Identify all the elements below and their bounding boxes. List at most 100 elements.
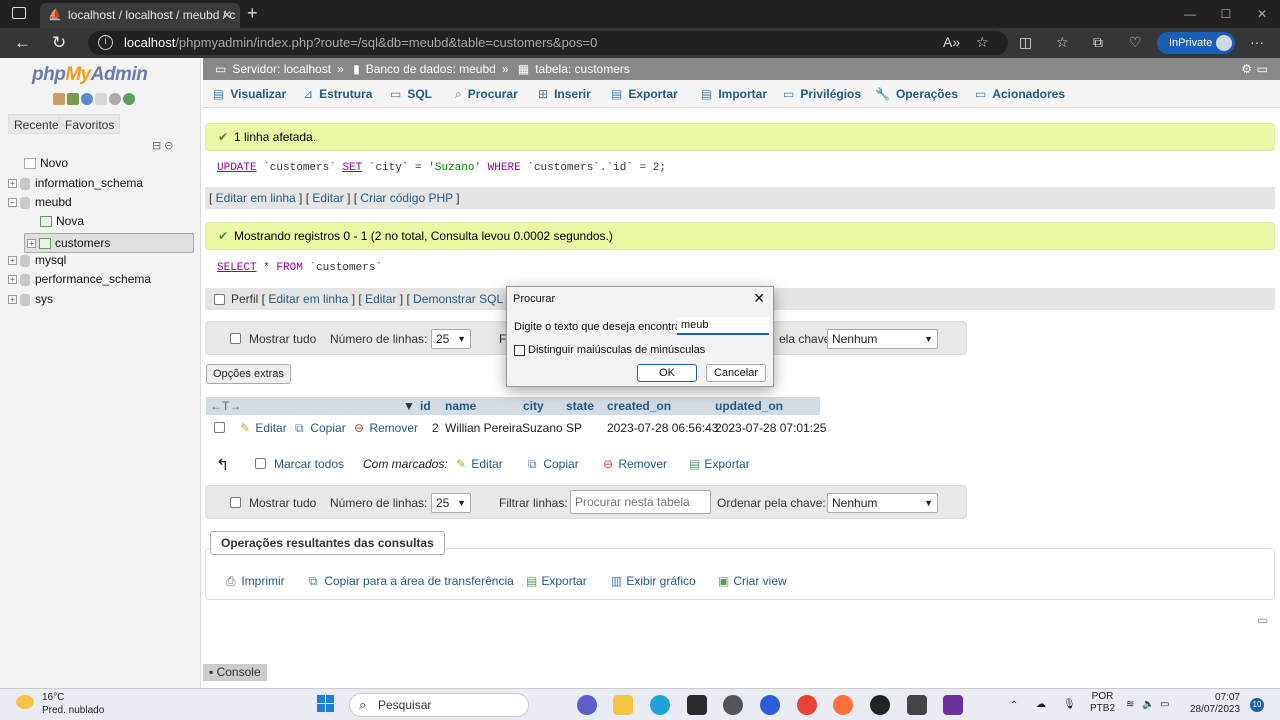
split-screen-icon[interactable]: ◫ bbox=[1019, 34, 1032, 51]
console-toggle[interactable]: ▪ Console bbox=[203, 664, 267, 681]
logout-icon[interactable] bbox=[67, 93, 79, 105]
show-all-checkbox[interactable] bbox=[230, 333, 241, 344]
sql-keyword[interactable]: SELECT bbox=[217, 262, 257, 274]
browser-tab[interactable]: ⛵ localhost / localhost / meubd / c ✕ bbox=[40, 3, 240, 28]
start-button[interactable] bbox=[317, 695, 335, 713]
edit-inline-link[interactable]: Editar em linha bbox=[216, 191, 296, 205]
teams-icon[interactable] bbox=[577, 695, 597, 715]
tab-triggers[interactable]: ▭ Acionadores bbox=[975, 87, 1065, 101]
tree-item-nova[interactable]: Nova bbox=[40, 214, 84, 228]
collapse-icon[interactable]: − bbox=[8, 198, 17, 208]
cell-city[interactable]: Suzano bbox=[522, 421, 563, 435]
store-icon[interactable] bbox=[687, 695, 707, 715]
profiling-checkbox[interactable] bbox=[214, 294, 225, 305]
notification-badge[interactable]: 10 bbox=[1250, 698, 1264, 712]
export-link[interactable]: ▤ Exportar bbox=[526, 574, 587, 588]
tree-item-new[interactable]: Novo bbox=[8, 156, 68, 170]
taskbar-search[interactable]: ⌕ Pesquisar bbox=[349, 693, 529, 717]
sort-dropdown-icon[interactable]: ▼ bbox=[403, 399, 415, 413]
print-link[interactable]: ⎙ Imprimir bbox=[226, 574, 285, 589]
cell-id[interactable]: 2 bbox=[432, 421, 439, 435]
language-indicator[interactable]: POR PTB2 bbox=[1090, 691, 1115, 715]
display-chart-link[interactable]: ▥ Exibir gráfico bbox=[611, 574, 696, 588]
expand-icon[interactable]: + bbox=[8, 275, 17, 285]
copy-clipboard-link[interactable]: ⧉ Copiar para a área de transferência bbox=[309, 574, 514, 589]
explain-sql-link[interactable]: Demonstrar SQL bbox=[413, 292, 503, 306]
breadcrumb-server[interactable]: Servidor: localhost bbox=[232, 62, 331, 76]
cell-name[interactable]: Willian Pereira bbox=[445, 421, 522, 435]
expand-icon[interactable]: + bbox=[8, 256, 17, 266]
edit-link[interactable]: Editar bbox=[312, 191, 343, 205]
expand-icon[interactable]: + bbox=[8, 295, 17, 305]
wifi-icon[interactable]: ≋ bbox=[1126, 699, 1134, 710]
firefox-icon[interactable] bbox=[833, 695, 853, 715]
expand-icon[interactable]: + bbox=[8, 179, 17, 189]
edge-icon[interactable] bbox=[650, 695, 670, 715]
tab-favorites[interactable]: Favoritos bbox=[59, 114, 121, 134]
breadcrumb-database[interactable]: Banco de dados: meubd bbox=[366, 62, 496, 76]
file-explorer-icon[interactable] bbox=[613, 695, 633, 715]
tree-item-performance-schema[interactable]: + performance_schema bbox=[8, 272, 151, 286]
column-arrows-icon[interactable]: ←T→ bbox=[210, 399, 241, 413]
tree-item-mysql[interactable]: + mysql bbox=[8, 253, 66, 267]
phpmyadmin-logo[interactable]: phpMyAdmin bbox=[32, 64, 148, 86]
create-view-link[interactable]: ▣ Criar view bbox=[718, 574, 787, 588]
tree-item-customers[interactable]: + customers bbox=[24, 233, 194, 253]
rows-select[interactable]: 25 ▼ bbox=[431, 329, 471, 349]
close-tab-icon[interactable]: ✕ bbox=[222, 3, 232, 28]
extra-options-button[interactable]: Opções extras bbox=[206, 364, 291, 384]
new-tab-icon[interactable]: + bbox=[247, 3, 258, 24]
cancel-button[interactable]: Cancelar bbox=[706, 364, 766, 382]
maximize-icon[interactable]: ☐ bbox=[1208, 0, 1244, 28]
column-header-state[interactable]: state bbox=[566, 399, 594, 413]
tab-sql[interactable]: ▭ SQL bbox=[390, 87, 432, 101]
tab-structure[interactable]: ⊿ Estrutura bbox=[303, 87, 372, 101]
create-php-link[interactable]: Criar código PHP bbox=[360, 191, 452, 205]
find-text-input[interactable]: meub bbox=[677, 317, 769, 335]
row-checkbox[interactable] bbox=[214, 422, 225, 433]
reload-icon[interactable] bbox=[123, 93, 135, 105]
clock[interactable]: 07:07 28/07/2023 bbox=[1190, 692, 1240, 716]
read-aloud-icon[interactable]: A» bbox=[943, 34, 960, 50]
show-all-checkbox[interactable] bbox=[230, 497, 241, 508]
column-header-id[interactable]: id bbox=[420, 399, 431, 413]
close-window-icon[interactable]: ✕ bbox=[1244, 0, 1280, 28]
chevron-up-icon[interactable]: ⌃ bbox=[1010, 700, 1018, 711]
cell-updated-on[interactable]: 2023-07-28 07:01:25 bbox=[715, 421, 826, 435]
onenote-icon[interactable] bbox=[943, 695, 963, 715]
minimize-icon[interactable]: — bbox=[1172, 0, 1208, 28]
column-header-name[interactable]: name bbox=[445, 399, 476, 413]
tree-item-sys[interactable]: + sys bbox=[8, 292, 53, 306]
rows-select[interactable]: 25 ▼ bbox=[431, 493, 471, 513]
favorite-star-icon[interactable]: ☆ bbox=[976, 34, 989, 51]
volume-icon[interactable]: 🔈 bbox=[1142, 699, 1154, 710]
bulk-copy-button[interactable]: ⧉ Copiar bbox=[528, 457, 579, 472]
sql-keyword[interactable]: SET bbox=[342, 162, 362, 174]
order-key-select[interactable]: Nenhum ▼ bbox=[827, 329, 938, 349]
app-icon[interactable] bbox=[907, 695, 927, 715]
chrome-icon[interactable] bbox=[797, 695, 817, 715]
url-field[interactable]: i localhost/phpmyadmin/index.php?route=/… bbox=[88, 31, 1008, 55]
ok-button[interactable]: OK bbox=[637, 364, 697, 382]
row-edit-link[interactable]: ✎ Editar bbox=[240, 421, 287, 435]
help-icon[interactable] bbox=[81, 93, 93, 105]
weather-widget[interactable]: 16°C Pred. nublado bbox=[16, 691, 104, 717]
app-icon[interactable] bbox=[760, 695, 780, 715]
tab-browse[interactable]: ▤ Visualizar bbox=[213, 87, 286, 101]
bulk-edit-button[interactable]: ✎ Editar bbox=[456, 457, 503, 471]
inprivate-badge[interactable]: InPrivate bbox=[1157, 32, 1235, 54]
tab-privileges[interactable]: ▭ Privilégios bbox=[783, 87, 861, 101]
filter-rows-input[interactable] bbox=[570, 490, 711, 514]
page-icon[interactable]: ▭ bbox=[1257, 613, 1268, 627]
settings-app-icon[interactable] bbox=[723, 695, 743, 715]
match-case-checkbox[interactable] bbox=[514, 345, 525, 356]
row-copy-link[interactable]: ⧉ Copiar bbox=[295, 421, 346, 436]
column-header-created-on[interactable]: created_on bbox=[607, 399, 671, 413]
settings-icon[interactable] bbox=[109, 93, 121, 105]
tab-actions-icon[interactable] bbox=[12, 7, 26, 19]
app-icon[interactable] bbox=[870, 695, 890, 715]
cloud-icon[interactable]: ☁ bbox=[1036, 699, 1046, 710]
expand-icon[interactable]: + bbox=[27, 239, 36, 249]
tab-insert[interactable]: ⊞ Inserir bbox=[538, 87, 591, 101]
docs-icon[interactable] bbox=[95, 93, 107, 105]
